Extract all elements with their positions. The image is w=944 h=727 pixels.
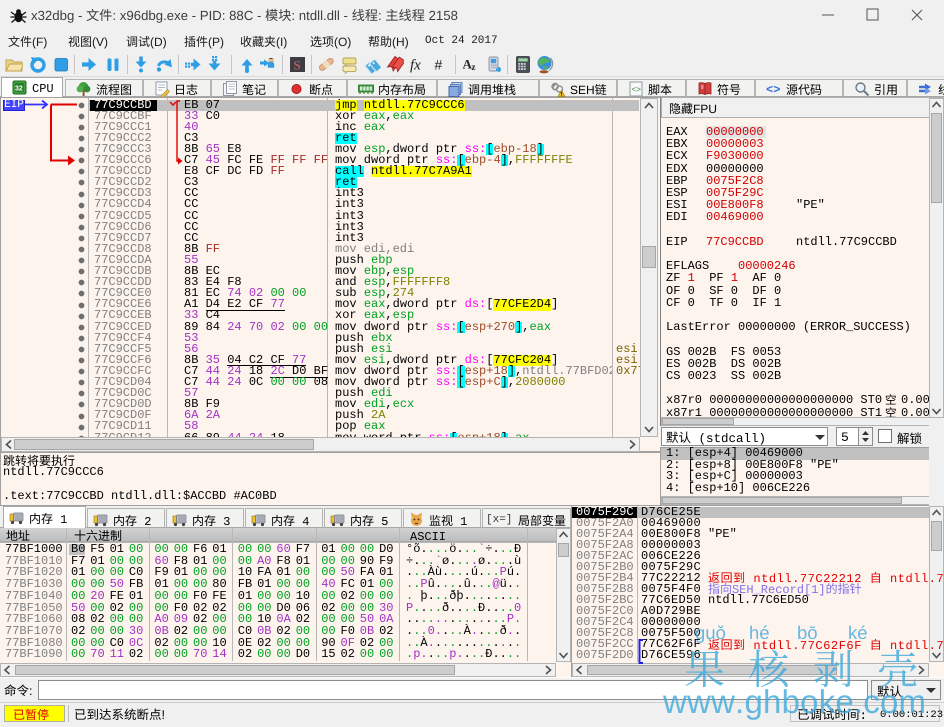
svg-text:<>: <> — [632, 86, 642, 95]
svg-text:S: S — [294, 58, 301, 73]
svg-text:#: # — [435, 57, 443, 73]
svg-text:32: 32 — [15, 86, 23, 93]
svg-text:<>: <> — [766, 83, 780, 97]
svg-text:fx: fx — [410, 58, 421, 74]
svg-text:z: z — [472, 62, 476, 72]
